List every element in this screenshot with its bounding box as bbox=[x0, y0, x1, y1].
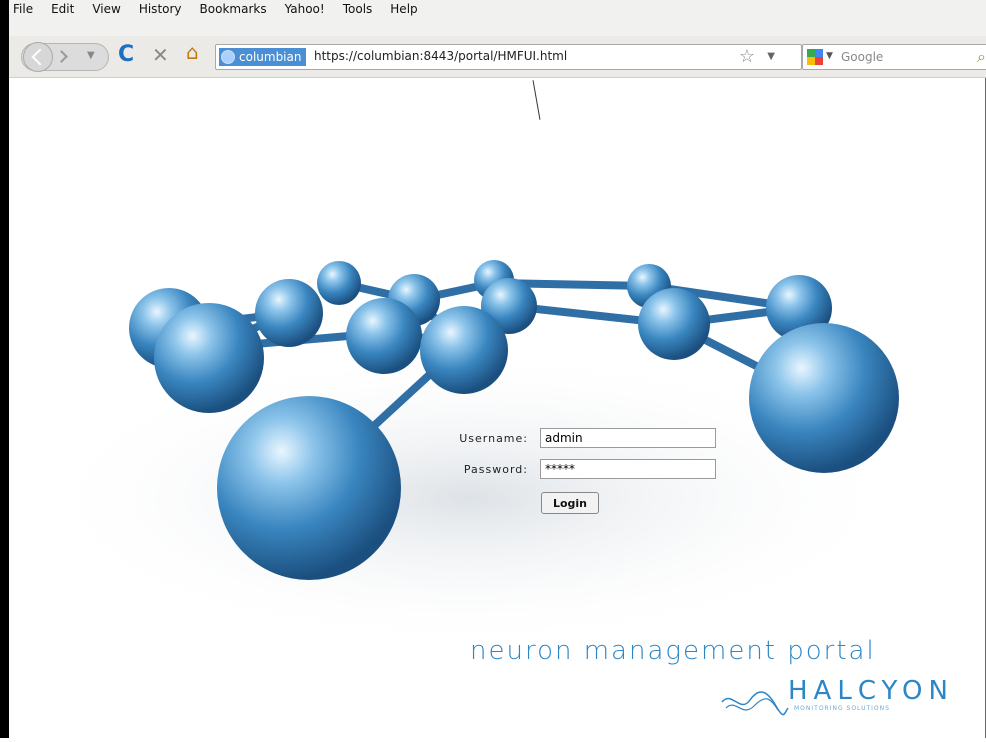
stop-icon[interactable]: ✕ bbox=[152, 43, 169, 67]
menu-file[interactable]: File bbox=[13, 2, 33, 16]
reload-icon[interactable]: C bbox=[118, 42, 134, 67]
site-identity[interactable]: columbian bbox=[219, 48, 307, 66]
bookmark-star-icon[interactable]: ☆ bbox=[739, 46, 755, 67]
menu-items: File Edit View History Bookmarks Yahoo! … bbox=[9, 2, 418, 16]
password-input[interactable] bbox=[540, 459, 716, 479]
url-dropdown-icon[interactable]: ▼ bbox=[767, 51, 775, 62]
search-box[interactable]: ▼ Google ⌕ bbox=[802, 44, 986, 70]
portal-title: neuron management portal bbox=[470, 636, 876, 666]
menu-tools[interactable]: Tools bbox=[343, 2, 373, 16]
globe-icon bbox=[221, 50, 235, 64]
nav-toolbar: ▼ C ✕ ⌂ columbian https://columbian:8443… bbox=[9, 36, 986, 78]
search-placeholder: Google bbox=[841, 50, 884, 64]
menu-yahoo[interactable]: Yahoo! bbox=[285, 2, 325, 16]
menu-bookmarks[interactable]: Bookmarks bbox=[200, 2, 267, 16]
company-logo-text: HALCYON bbox=[788, 676, 954, 706]
site-identity-label: columbian bbox=[239, 50, 302, 64]
menu-edit[interactable]: Edit bbox=[51, 2, 74, 16]
url-text[interactable]: https://columbian:8443/portal/HMFUI.html bbox=[314, 49, 567, 63]
username-input[interactable] bbox=[540, 428, 716, 448]
login-button[interactable]: Login bbox=[541, 492, 599, 514]
password-label: Password: bbox=[463, 463, 528, 476]
menu-bar: File Edit View History Bookmarks Yahoo! … bbox=[9, 0, 986, 37]
menu-history[interactable]: History bbox=[139, 2, 182, 16]
google-icon[interactable] bbox=[807, 49, 823, 65]
menu-view[interactable]: View bbox=[92, 2, 120, 16]
home-icon[interactable]: ⌂ bbox=[186, 40, 199, 64]
search-engine-dropdown-icon[interactable]: ▼ bbox=[826, 51, 833, 61]
address-bar[interactable]: columbian https://columbian:8443/portal/… bbox=[215, 44, 802, 70]
halcyon-logo-wave-icon bbox=[721, 691, 789, 716]
menu-help[interactable]: Help bbox=[390, 2, 417, 16]
company-tagline: MONITORING SOLUTIONS bbox=[794, 705, 890, 712]
history-dropdown-icon[interactable]: ▼ bbox=[87, 50, 95, 61]
back-arrow-icon[interactable] bbox=[23, 42, 53, 72]
search-icon[interactable]: ⌕ bbox=[977, 47, 986, 67]
username-label: Username: bbox=[459, 432, 528, 445]
window-left-border bbox=[0, 0, 9, 738]
